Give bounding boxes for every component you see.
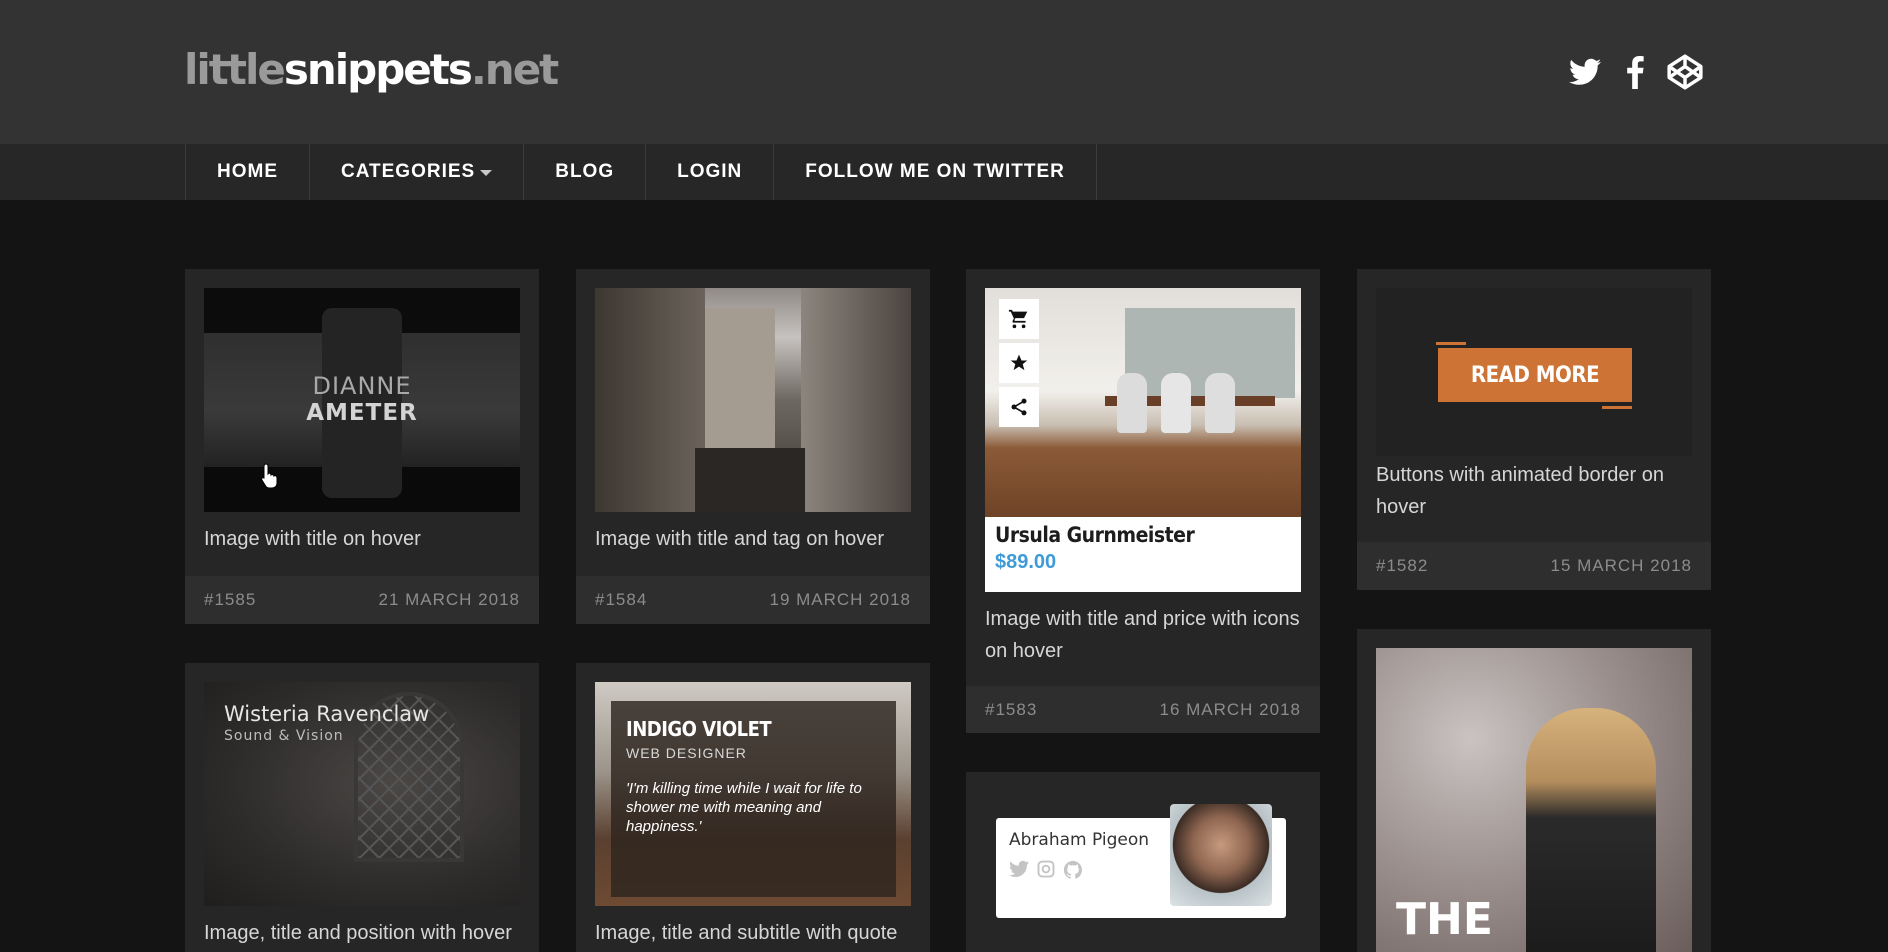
hand-cursor-icon	[261, 463, 278, 488]
main-nav: HOME CATEGORIES BLOG LOGIN FOLLOW ME ON …	[0, 144, 1888, 200]
building-left	[595, 288, 705, 512]
profile-card: Abraham Pigeon	[996, 804, 1286, 918]
card-footer: #1585 21 MARCH 2018	[185, 576, 539, 624]
card-id: #1584	[595, 590, 648, 609]
price-panel: Ursula Gurnmeister $89.00	[985, 517, 1301, 592]
card-footer: #1582 15 MARCH 2018	[1357, 542, 1711, 590]
border-accent-top	[1436, 342, 1466, 345]
codepen-icon	[1667, 54, 1703, 90]
snippet-card-1584[interactable]: Image with title and tag on hover #1584 …	[576, 269, 930, 624]
nav-items: HOME CATEGORIES BLOG LOGIN FOLLOW ME ON …	[185, 144, 1097, 200]
twitter-link[interactable]	[1563, 50, 1607, 94]
nav-follow-twitter[interactable]: FOLLOW ME ON TWITTER	[774, 144, 1097, 200]
card-footer: #1584 19 MARCH 2018	[576, 576, 930, 624]
overlay-last-name: AMETER	[306, 400, 418, 426]
overlay-name: INDIGO VIOLET	[626, 717, 772, 741]
card-title[interactable]: Buttons with animated border on hover	[1376, 459, 1692, 523]
border-accent-bottom	[1602, 406, 1632, 409]
card-date: 15 MARCH 2018	[1550, 556, 1692, 575]
site-header: littlesnippets.net	[0, 0, 1888, 144]
chair-shape	[1205, 373, 1235, 433]
overlay-name: Wisteria Ravenclaw	[224, 702, 430, 726]
quote-overlay: INDIGO VIOLET WEB DESIGNER 'I'm killing …	[611, 701, 896, 897]
product-price: $89.00	[995, 551, 1057, 573]
card-image: Wisteria Ravenclaw Sound & Vision	[204, 682, 520, 906]
person-shape	[1526, 708, 1656, 952]
share-button[interactable]	[999, 387, 1039, 427]
snippet-card-abraham[interactable]: Abraham Pigeon	[966, 772, 1320, 952]
card-id: #1582	[1376, 556, 1429, 575]
overlay-position: Sound & Vision	[224, 728, 344, 744]
cart-icon	[1008, 309, 1028, 329]
card-demo-area: READ MORE	[1376, 288, 1692, 456]
card-image	[985, 288, 1301, 517]
star-icon	[1010, 354, 1028, 371]
snippet-card-1582[interactable]: READ MORE Buttons with animated border o…	[1357, 269, 1711, 590]
building-center	[705, 308, 775, 458]
product-name: Ursula Gurnmeister	[995, 523, 1195, 547]
profile-name: Abraham Pigeon	[1009, 830, 1150, 850]
facebook-link[interactable]	[1613, 50, 1657, 94]
snippet-card-indigo[interactable]: INDIGO VIOLET WEB DESIGNER 'I'm killing …	[576, 663, 930, 952]
chair-shape	[1117, 373, 1147, 433]
codepen-link[interactable]	[1663, 50, 1707, 94]
card-date: 16 MARCH 2018	[1159, 700, 1301, 719]
cart-button[interactable]	[999, 299, 1039, 339]
card-title[interactable]: Image with title and tag on hover	[595, 523, 911, 555]
caret-down-icon	[480, 170, 493, 176]
favorite-button[interactable]	[999, 343, 1039, 383]
nav-login[interactable]: LOGIN	[646, 144, 775, 200]
card-footer: #1583 16 MARCH 2018	[966, 686, 1320, 733]
card-image: DIANNE AMETER	[204, 288, 520, 512]
chair-shape	[1161, 373, 1191, 433]
snippet-card-1583[interactable]: Ursula Gurnmeister $89.00 Image with tit…	[966, 269, 1320, 733]
nav-blog[interactable]: BLOG	[524, 144, 647, 200]
card-title[interactable]: Image, title and position with hover	[204, 917, 520, 949]
twitter-icon[interactable]	[1009, 860, 1029, 878]
overlay-role: WEB DESIGNER	[626, 745, 747, 761]
card-title[interactable]: Image with title on hover	[204, 523, 520, 555]
profile-social	[1009, 860, 1083, 880]
card-image: INDIGO VIOLET WEB DESIGNER 'I'm killing …	[595, 682, 911, 906]
twitter-icon	[1569, 58, 1601, 85]
card-date: 19 MARCH 2018	[769, 590, 911, 609]
card-title[interactable]: Image with title and price with icons on…	[985, 603, 1301, 667]
card-id: #1585	[204, 590, 257, 609]
site-logo[interactable]: littlesnippets.net	[184, 42, 559, 98]
nav-categories[interactable]: CATEGORIES	[310, 144, 525, 200]
overlay-quote: 'I'm killing time while I wait for life …	[626, 780, 862, 835]
share-icon	[1011, 398, 1027, 416]
card-id: #1583	[985, 700, 1038, 719]
card-image: THE	[1376, 648, 1692, 952]
card-image	[595, 288, 911, 512]
avatar	[1170, 804, 1272, 906]
snippet-card-the[interactable]: THE	[1357, 629, 1711, 952]
card-title[interactable]: Image, title and subtitle with quote	[595, 917, 911, 949]
facebook-icon	[1627, 55, 1644, 89]
read-more-button[interactable]: READ MORE	[1438, 348, 1632, 402]
card-date: 21 MARCH 2018	[378, 590, 520, 609]
snippet-card-wisteria[interactable]: Wisteria Ravenclaw Sound & Vision Image,…	[185, 663, 539, 952]
snippet-card-1585[interactable]: DIANNE AMETER Image with title on hover …	[185, 269, 539, 624]
github-icon[interactable]	[1063, 860, 1083, 880]
street	[695, 448, 805, 512]
overlay-heading: THE	[1396, 894, 1493, 945]
overlay-first-name: DIANNE	[312, 372, 412, 400]
nav-home[interactable]: HOME	[186, 144, 310, 200]
instagram-icon[interactable]	[1037, 860, 1055, 878]
building-right	[801, 288, 911, 512]
